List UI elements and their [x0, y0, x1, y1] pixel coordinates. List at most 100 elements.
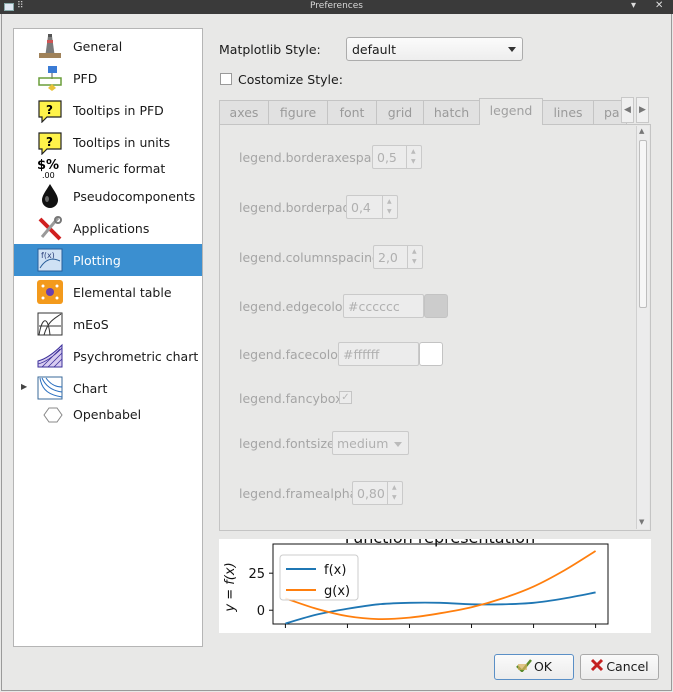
tooltip-question-icon: ? [36, 129, 64, 156]
matplotlib-style-select[interactable]: default [346, 37, 523, 61]
svg-text:.00: .00 [42, 171, 55, 180]
style-select-value: default [352, 42, 396, 57]
cancel-button-label: Cancel [606, 659, 649, 674]
svg-text:?: ? [46, 135, 53, 149]
matplotlib-style-label: Matplotlib Style: [219, 42, 321, 57]
facecolor-label: legend.facecolor [239, 347, 344, 362]
y-axis-label: y = f(x) [223, 562, 238, 612]
sidebar-item-pseudocomponents[interactable]: Pseudocomponents [14, 180, 202, 212]
svg-text:?: ? [46, 103, 53, 117]
scroll-up-icon[interactable]: ▲ [639, 127, 644, 135]
facecolor-swatch-button[interactable] [419, 342, 443, 366]
sidebar-item-label: PFD [73, 71, 98, 86]
chevron-down-icon [394, 442, 402, 447]
fontsize-select[interactable]: medium [332, 431, 409, 455]
sidebar-item-plotting[interactable]: f(x) Plotting [14, 244, 202, 276]
edgecolor-swatch-button[interactable] [424, 294, 448, 318]
edgecolor-input[interactable]: #cccccc [343, 294, 424, 318]
tab-scroll-right-icon[interactable]: ▶ [636, 97, 649, 123]
facecolor-value: #ffffff [343, 347, 380, 362]
tab-legend[interactable]: legend [479, 98, 543, 125]
sidebar-item-general[interactable]: General [14, 30, 202, 62]
sidebar-item-elemental-table[interactable]: Elemental table [14, 276, 202, 308]
scrollbar-thumb[interactable] [639, 140, 647, 308]
fontsize-value: medium [337, 436, 389, 451]
fancybox-label: legend.fancybox [239, 391, 343, 406]
chevron-down-icon [508, 47, 516, 52]
meos-chart-icon [36, 311, 64, 337]
columnspacing-spinbox[interactable]: 2,0 ▲ ▼ [373, 245, 423, 269]
hexagon-icon [36, 401, 64, 427]
borderpad-label: legend.borderpad [239, 200, 351, 215]
tab-font[interactable]: font [327, 100, 377, 124]
sidebar-item-applications[interactable]: Applications [14, 212, 202, 244]
general-tower-icon [36, 33, 64, 59]
sidebar-item-pfd[interactable]: PFD [14, 62, 202, 94]
sidebar-item-label: Openbabel [73, 407, 142, 422]
sidebar-item-tooltips-units[interactable]: ? Tooltips in units [14, 126, 202, 158]
spin-down-icon[interactable]: ▼ [392, 494, 397, 501]
close-icon[interactable]: ✕ [655, 0, 663, 11]
sidebar-item-openbabel[interactable]: Openbabel [14, 400, 202, 428]
pfd-flowchart-icon [36, 65, 64, 91]
tab-grid[interactable]: grid [376, 100, 424, 124]
framealpha-spinbox[interactable]: 0,80 ▲ ▼ [352, 481, 403, 505]
spin-down-icon[interactable]: ▼ [387, 208, 392, 215]
sidebar-item-label: Chart [73, 381, 108, 396]
expand-arrow-icon[interactable]: ▶ [21, 382, 27, 391]
spin-up-icon[interactable]: ▲ [392, 484, 397, 491]
tab-lines[interactable]: lines [542, 100, 594, 124]
oil-drop-icon [36, 183, 64, 209]
category-list[interactable]: General PFD ? Tooltips in PFD ? Tooltips… [13, 28, 203, 647]
sidebar-item-numeric-format[interactable]: $% .00 Numeric format [14, 155, 202, 181]
sidebar-item-label: Pseudocomponents [73, 189, 196, 204]
panel-scrollbar[interactable]: ▲ ▼ [636, 126, 649, 529]
facecolor-input[interactable]: #ffffff [338, 342, 419, 366]
title-bar: ⠿ Preferences ▾ ✕ [0, 0, 673, 14]
plot-canvas: Function representation 25 0 y = f(x) f(x… [223, 539, 609, 628]
style-tabs: axes figure font grid hatch legend lines… [219, 98, 651, 125]
tooltip-question-icon: ? [36, 97, 64, 124]
cancel-button[interactable]: Cancel [580, 654, 659, 680]
spin-down-icon[interactable]: ▼ [412, 258, 417, 265]
sidebar-item-meos[interactable]: mEoS [14, 308, 202, 340]
spin-up-icon[interactable]: ▲ [387, 198, 392, 205]
spin-up-icon[interactable]: ▲ [411, 148, 416, 155]
legend-label-g: g(x) [324, 584, 350, 599]
ok-button-label: OK [533, 659, 553, 674]
borderpad-spinbox[interactable]: 0,4 ▲ ▼ [346, 195, 398, 219]
scroll-down-icon[interactable]: ▼ [639, 518, 644, 526]
sidebar-item-label: Plotting [73, 253, 121, 268]
chart-legend: f(x) g(x) [279, 554, 359, 601]
y-tick-label: 0 [257, 604, 265, 619]
elemental-table-icon [36, 279, 64, 305]
sidebar-item-label: Numeric format [67, 161, 166, 176]
tab-axes[interactable]: axes [219, 100, 269, 124]
minimize-icon[interactable]: ▾ [631, 0, 636, 11]
spin-up-icon[interactable]: ▲ [412, 248, 417, 255]
sidebar-item-tooltips-pfd[interactable]: ? Tooltips in PFD [14, 94, 202, 126]
sidebar-item-label: Tooltips in PFD [73, 103, 164, 118]
sidebar-item-label: Psychrometric chart [73, 349, 199, 364]
framealpha-value: 0,80 [357, 486, 385, 501]
columnspacing-label: legend.columnspacing [239, 250, 380, 265]
customize-style-checkbox[interactable] [220, 73, 232, 85]
chart-icon [36, 375, 64, 401]
borderaxespad-value: 0,5 [377, 150, 397, 165]
framealpha-label: legend.framealpha [239, 486, 358, 501]
chart-title: Function representation [345, 539, 535, 547]
style-preview-plot: Function representation 25 0 y = f(x) f(x… [219, 539, 651, 633]
ok-button[interactable]: OK [494, 654, 574, 680]
sidebar-item-psychrometric-chart[interactable]: Psychrometric chart [14, 340, 202, 372]
fancybox-checkbox[interactable]: ✓ [339, 391, 352, 404]
tab-hatch[interactable]: hatch [423, 100, 480, 124]
applications-tools-icon [36, 215, 64, 241]
y-tick-label: 25 [248, 567, 265, 582]
borderaxespad-spinbox[interactable]: 0,5 ▲ ▼ [372, 145, 422, 169]
window-title: Preferences [310, 1, 363, 11]
tab-scroll-left-icon[interactable]: ◀ [621, 97, 634, 123]
borderaxespad-label: legend.borderaxespad [239, 150, 380, 165]
tab-figure[interactable]: figure [268, 100, 328, 124]
spin-down-icon[interactable]: ▼ [411, 158, 416, 165]
psychrometric-chart-icon [36, 343, 64, 369]
